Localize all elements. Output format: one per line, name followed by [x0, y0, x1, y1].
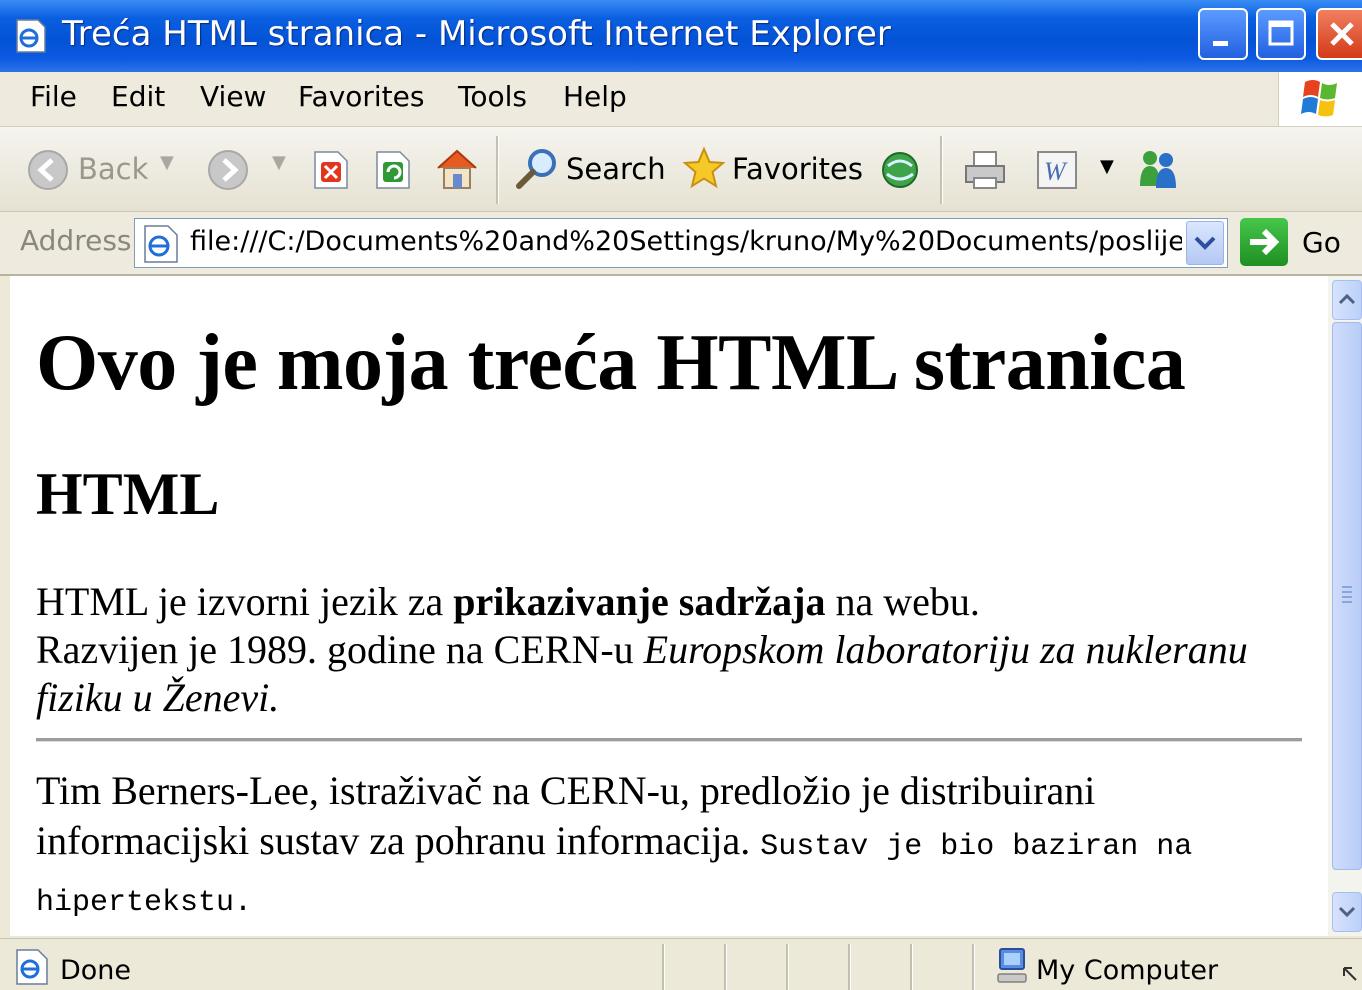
toolbar-separator	[496, 136, 499, 204]
security-zone-label: My Computer	[1036, 955, 1219, 986]
go-button[interactable]	[1240, 218, 1288, 266]
page-heading-2: HTML	[36, 461, 220, 527]
favorites-button-label[interactable]: Favorites	[732, 152, 863, 186]
menu-edit[interactable]: Edit	[111, 80, 165, 113]
grip-icon	[1342, 586, 1352, 603]
menu-tools[interactable]: Tools	[458, 80, 527, 113]
maximize-icon	[1268, 20, 1294, 46]
back-button-label[interactable]: Back	[78, 152, 148, 186]
status-divider	[662, 944, 665, 990]
back-dropdown-icon[interactable]: ▼	[160, 152, 174, 173]
maximize-button[interactable]	[1256, 8, 1306, 60]
status-divider	[724, 944, 727, 990]
ie-page-icon	[16, 949, 48, 985]
p1-bold: prikazivanje sadržaja	[453, 579, 826, 624]
search-button-label[interactable]: Search	[566, 152, 666, 186]
status-divider	[848, 944, 851, 990]
go-label[interactable]: Go	[1302, 226, 1341, 259]
svg-text:W: W	[1044, 157, 1068, 186]
print-icon[interactable]	[962, 148, 1008, 192]
menu-help[interactable]: Help	[563, 80, 627, 113]
scroll-down-icon	[1338, 906, 1356, 918]
scroll-up-icon	[1338, 293, 1356, 305]
p1-text-b: na webu.	[825, 579, 980, 624]
ie-page-icon	[16, 19, 46, 53]
page-heading-1: Ovo je moja treća HTML stranica	[36, 319, 1186, 407]
p1-line2: Razvijen je 1989. godine na CERN-u	[36, 627, 644, 672]
favorites-star-icon[interactable]	[682, 146, 726, 190]
minimize-icon	[1213, 41, 1228, 46]
paragraph-html-intro: HTML je izvorni jezik za prikazivanje sa…	[36, 578, 1286, 722]
menu-view[interactable]: View	[200, 80, 266, 113]
chevron-down-icon	[1194, 236, 1216, 250]
forward-dropdown-icon[interactable]: ▼	[272, 152, 286, 173]
home-icon[interactable]	[434, 146, 480, 192]
search-icon[interactable]	[514, 146, 560, 192]
back-arrow-icon[interactable]	[26, 148, 70, 192]
stop-icon[interactable]	[312, 150, 350, 190]
ie-page-icon	[144, 225, 178, 263]
toolbar-separator	[940, 136, 943, 204]
close-icon	[1330, 22, 1354, 46]
word-edit-icon[interactable]: W	[1034, 148, 1080, 192]
horizontal-rule	[36, 738, 1302, 742]
window-title: Treća HTML stranica - Microsoft Internet…	[62, 14, 891, 54]
minimize-button[interactable]	[1198, 8, 1248, 60]
scroll-down-button[interactable]	[1332, 892, 1362, 932]
paragraph-berners-lee: Tim Berners-Lee, istraživač na CERN-u, p…	[36, 766, 1306, 928]
status-text: Done	[60, 955, 132, 986]
address-url[interactable]: file:///C:/Documents%20and%20Settings/kr…	[190, 226, 1182, 257]
go-arrow-icon	[1250, 228, 1280, 256]
windows-logo-icon	[1301, 80, 1337, 117]
title-bar[interactable]: Treća HTML stranica - Microsoft Internet…	[0, 0, 1362, 72]
refresh-icon[interactable]	[374, 150, 412, 190]
scroll-thumb[interactable]	[1332, 322, 1362, 870]
windows-logo	[1278, 72, 1362, 126]
close-button[interactable]	[1316, 8, 1362, 60]
scroll-up-button[interactable]	[1332, 280, 1362, 320]
status-divider	[910, 944, 913, 990]
status-divider	[972, 944, 975, 990]
media-icon[interactable]	[878, 148, 922, 192]
menu-file[interactable]: File	[30, 80, 77, 113]
resize-grip-icon[interactable]	[1340, 964, 1360, 986]
messenger-icon[interactable]	[1136, 146, 1182, 192]
p1-text-a: HTML je izvorni jezik za	[36, 579, 454, 624]
address-label: Address	[20, 224, 132, 257]
address-dropdown-button[interactable]	[1186, 221, 1224, 265]
edit-dropdown-icon[interactable]: ▼	[1100, 156, 1114, 177]
forward-arrow-icon[interactable]	[206, 148, 250, 192]
my-computer-icon	[997, 948, 1027, 983]
ie-window: Treća HTML stranica - Microsoft Internet…	[0, 0, 1362, 990]
status-divider	[786, 944, 789, 990]
menu-favorites[interactable]: Favorites	[298, 80, 424, 113]
